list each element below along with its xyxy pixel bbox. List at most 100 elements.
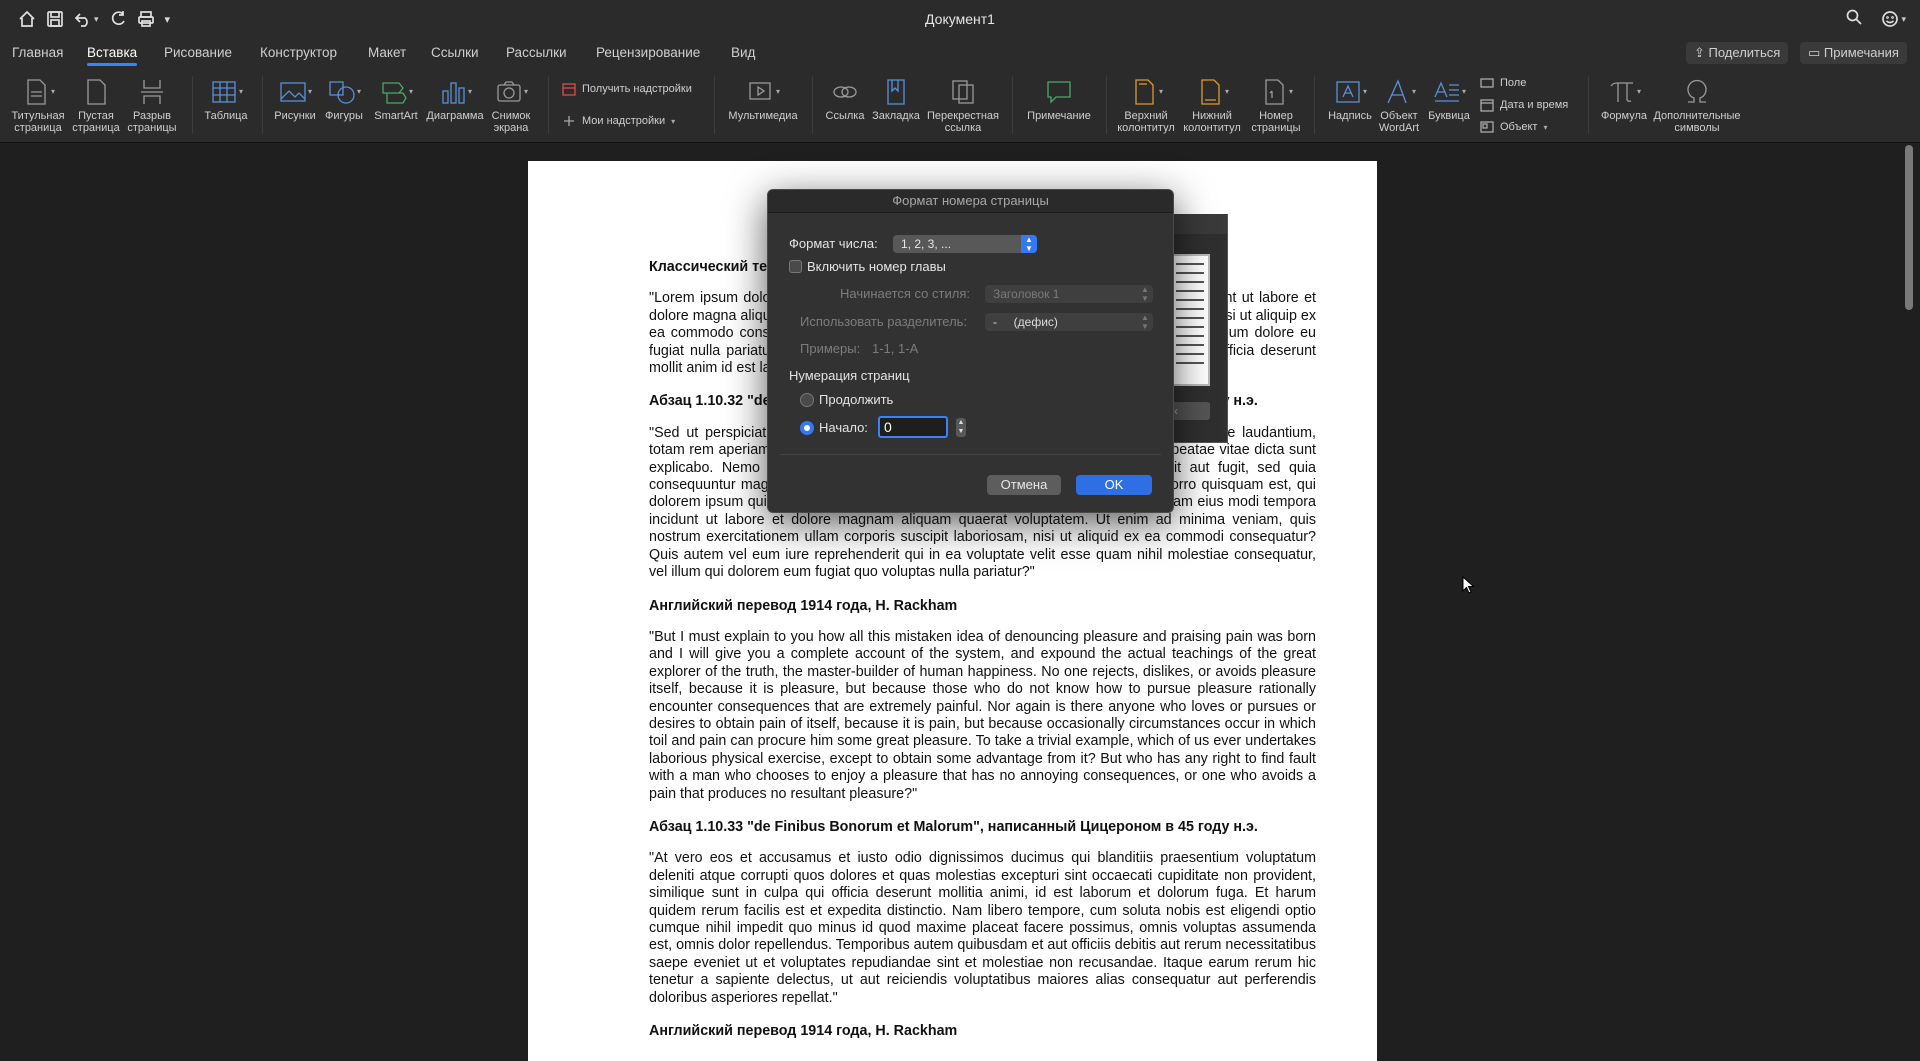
continue-radio[interactable] — [800, 393, 814, 407]
wordart-button[interactable]: ▾ Объект WordArt — [1374, 74, 1424, 134]
ribbon-insert: ▾ Титульная страница Пустая страница Раз… — [0, 68, 1920, 143]
page-break-button[interactable]: Разрыв страницы — [125, 74, 179, 134]
save-icon[interactable] — [46, 10, 64, 28]
cover-page-button[interactable]: ▾ Титульная страница — [10, 74, 66, 134]
media-button[interactable]: ▾ Мультимедиа — [724, 74, 802, 122]
smartart-button[interactable]: ▾ SmartArt — [370, 74, 422, 122]
object-label: Объект — [1500, 121, 1538, 133]
use-separator-label: Использовать разделитель: — [800, 314, 968, 329]
get-addins-button[interactable]: Получить надстройки — [562, 82, 692, 96]
page-number-button[interactable]: ▾ Номер страницы — [1248, 74, 1304, 134]
footer-icon: ▾ — [1180, 74, 1244, 110]
media-icon: ▾ — [724, 74, 802, 110]
equation-button[interactable]: ▾ Формула — [1594, 74, 1654, 122]
object-button[interactable]: Объект ▾ — [1480, 120, 1547, 134]
blank-page-button[interactable]: Пустая страница — [70, 74, 122, 134]
wordart-label-1: Объект — [1380, 110, 1418, 122]
calendar-icon — [1480, 99, 1494, 112]
pi-icon: ▾ — [1594, 74, 1654, 110]
date-time-button[interactable]: Дата и время — [1480, 98, 1568, 112]
heading-3: Английский перевод 1914 года, H. Rackham — [649, 597, 958, 614]
ok-button[interactable]: OK — [1076, 475, 1152, 495]
undo-icon[interactable]: ▾ — [74, 10, 99, 28]
blank-page-label-2: страница — [72, 122, 120, 134]
page-number-label-1: Номер — [1259, 110, 1293, 122]
footer-button[interactable]: ▾ Нижний колонтитул — [1180, 74, 1244, 134]
tab-review[interactable]: Рецензирование — [596, 45, 700, 60]
ribbon-tabs: Главная Вставка Рисование Конструктор Ма… — [0, 38, 1920, 68]
header-button[interactable]: ▾ Верхний колонтитул — [1114, 74, 1178, 134]
field-button[interactable]: Поле — [1480, 76, 1526, 90]
examples-value: 1-1, 1-A — [872, 341, 919, 356]
starts-with-style-select[interactable]: Заголовок 1 ▲ ▼ — [985, 285, 1153, 303]
link-label: Ссылка — [825, 110, 865, 122]
starts-with-style-value: Заголовок 1 — [993, 287, 1060, 301]
table-button[interactable]: ▾ Таблица — [200, 74, 252, 122]
get-addins-label: Получить надстройки — [582, 83, 692, 95]
undo-dropdown-icon[interactable]: ▾ — [94, 14, 99, 25]
screenshot-button[interactable]: ▾ Снимок экрана — [486, 74, 536, 134]
chart-button[interactable]: ▾ Диаграмма — [424, 74, 486, 122]
start-at-stepper[interactable]: ▲ ▼ — [956, 418, 966, 437]
field-label: Поле — [1500, 77, 1527, 89]
feedback-smiley-icon[interactable]: ▾ — [1881, 10, 1906, 28]
shapes-label: Фигуры — [325, 110, 363, 122]
tab-layout[interactable]: Макет — [368, 45, 406, 60]
media-label: Мультимедиа — [728, 110, 798, 122]
pictures-icon: ▾ — [270, 74, 320, 110]
comments-button[interactable]: ▭ Примечания — [1800, 42, 1907, 64]
textbox-icon: ▾ — [1322, 74, 1378, 110]
tab-home[interactable]: Главная — [12, 45, 63, 60]
background-dialog-button[interactable]: ‹ — [1170, 402, 1210, 420]
pictures-button[interactable]: ▾ Рисунки — [270, 74, 320, 122]
dropcap-button[interactable]: ▾ Буквица — [1424, 74, 1474, 122]
shapes-button[interactable]: ▾ Фигуры — [320, 74, 368, 122]
number-format-select[interactable]: 1, 2, 3, ... ▲ ▼ — [893, 235, 1037, 253]
cross-reference-button[interactable]: Перекрестная ссылка — [922, 74, 1004, 134]
number-format-value: 1, 2, 3, ... — [901, 237, 952, 251]
background-dialog-titlebar — [1170, 214, 1227, 234]
customize-toolbar-icon[interactable]: ▾ — [165, 13, 171, 26]
page-break-label-2: страницы — [127, 122, 177, 134]
tab-view[interactable]: Вид — [731, 45, 755, 60]
page-number-label-2: страницы — [1251, 122, 1301, 134]
my-addins-button[interactable]: Мои надстройки ▾ — [562, 114, 675, 128]
page-numbering-heading: Нумерация страниц — [789, 368, 910, 383]
tab-design[interactable]: Конструктор — [260, 45, 337, 60]
bookmark-label: Закладка — [872, 110, 920, 122]
mouse-pointer-icon — [1462, 576, 1475, 594]
use-separator-value: - (дефис) — [993, 315, 1058, 329]
ribbon-separator — [812, 76, 813, 134]
start-at-input[interactable] — [878, 416, 948, 438]
tab-mailings[interactable]: Рассылки — [506, 45, 567, 60]
stepper-arrows-icon: ▲ ▼ — [1141, 285, 1149, 303]
link-icon — [820, 74, 870, 110]
home-icon[interactable] — [18, 10, 36, 28]
use-separator-select[interactable]: - (дефис) ▲ ▼ — [985, 313, 1153, 331]
paragraph-3: "But I must explain to you how all this … — [649, 628, 1316, 802]
symbols-label-2: символы — [1674, 122, 1720, 134]
comment-button[interactable]: Примечание — [1020, 74, 1098, 122]
blank-page-label-1: Пустая — [78, 110, 114, 122]
start-at-radio[interactable] — [800, 421, 814, 435]
redo-icon[interactable] — [109, 10, 127, 28]
cancel-button[interactable]: Отмена — [987, 475, 1061, 495]
search-icon[interactable] — [1845, 8, 1863, 31]
symbols-button[interactable]: Дополнительные символы — [1652, 74, 1742, 134]
footer-label-1: Нижний — [1192, 110, 1232, 122]
dropcap-icon: ▾ — [1424, 74, 1474, 110]
header-icon: ▾ — [1114, 74, 1178, 110]
link-button[interactable]: Ссылка — [820, 74, 870, 122]
tab-draw[interactable]: Рисование — [164, 45, 232, 60]
include-chapter-checkbox[interactable] — [789, 260, 802, 273]
print-icon[interactable] — [137, 10, 155, 28]
page-preview — [1170, 254, 1210, 386]
share-button[interactable]: ⇪ Поделиться — [1686, 42, 1789, 64]
tab-insert[interactable]: Вставка — [87, 45, 138, 66]
page-number-format-dialog: Формат номера страницы Формат числа: 1, … — [767, 189, 1174, 513]
page-number-icon: ▾ — [1248, 74, 1304, 110]
tab-references[interactable]: Ссылки — [431, 45, 479, 60]
vertical-scrollbar[interactable] — [1905, 145, 1913, 310]
bookmark-button[interactable]: Закладка — [870, 74, 922, 122]
textbox-button[interactable]: ▾ Надпись — [1322, 74, 1378, 122]
